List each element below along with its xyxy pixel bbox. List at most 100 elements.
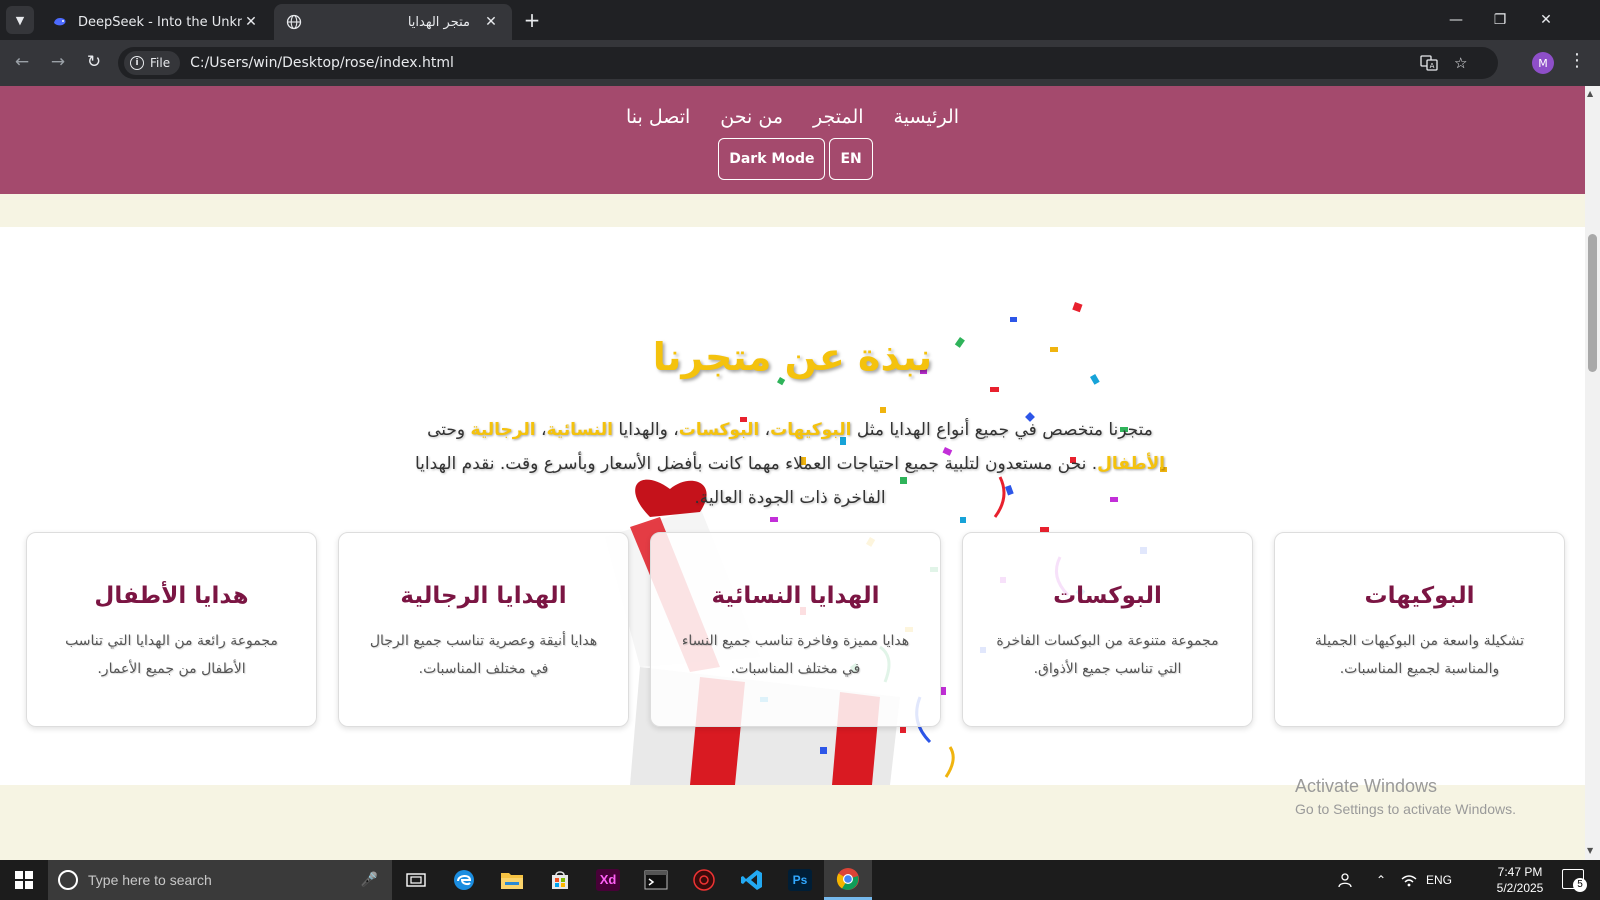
site-info-chip[interactable]: i File <box>124 51 181 75</box>
taskbar-search[interactable]: Type here to search 🎤 <box>48 860 392 900</box>
card-description: مجموعة متنوعة من البوكسات الفاخرة التي ت… <box>996 633 1219 677</box>
back-arrow-icon[interactable]: ← <box>10 52 34 72</box>
nav-link-about[interactable]: من نحن <box>720 106 783 128</box>
edge-icon[interactable] <box>440 860 488 900</box>
card-kids-gifts[interactable]: هدايا الأطفال مجموعة رائعة من الهدايا ال… <box>26 532 317 727</box>
tab-gift-store[interactable]: متجر الهدايا ✕ <box>274 4 512 40</box>
card-mens-gifts[interactable]: الهدايا الرجالية هدايا أنيقة وعصرية تناس… <box>338 532 629 727</box>
card-title: هدايا الأطفال <box>94 583 249 609</box>
highlight-boxes: البوكسات <box>678 420 760 440</box>
deepseek-whale-icon <box>54 18 66 26</box>
card-bouquets[interactable]: البوكيهات تشكيلة واسعة من البوكيهات الجم… <box>1274 532 1565 727</box>
davinci-icon[interactable] <box>680 860 728 900</box>
photoshop-icon[interactable]: Ps <box>776 860 824 900</box>
card-womens-gifts[interactable]: الهدايا النسائية هدايا مميزة وفاخرة تناس… <box>650 532 941 727</box>
card-title: الهدايا النسائية <box>711 583 880 609</box>
about-text-part: ، <box>759 420 771 440</box>
translate-icon[interactable]: A <box>1420 47 1438 79</box>
bookmark-star-icon[interactable]: ☆ <box>1454 47 1467 79</box>
card-title: البوكيهات <box>1364 583 1475 609</box>
tab-deepseek[interactable]: DeepSeek - Into the Unknown ✕ <box>40 4 272 40</box>
nav-link-store[interactable]: المتجر <box>813 106 864 128</box>
file-explorer-icon[interactable] <box>488 860 536 900</box>
cortana-icon <box>58 870 78 890</box>
windows-taskbar: Type here to search 🎤 Xd Ps ⌃ ENG 7:47 P… <box>0 860 1600 900</box>
page-viewport: الرئيسية المتجر من نحن اتصل بنا Dark Mod… <box>0 86 1585 860</box>
scroll-thumb[interactable] <box>1588 234 1597 372</box>
reload-icon[interactable]: ↻ <box>82 52 106 72</box>
card-description: هدايا مميزة وفاخرة تناسب جميع النساء في … <box>681 633 910 677</box>
nav-link-contact[interactable]: اتصل بنا <box>626 106 690 128</box>
microphone-icon[interactable]: 🎤 <box>361 872 378 888</box>
highlight-womens: النسائية <box>546 420 613 440</box>
address-bar[interactable]: i File C:/Users/win/Desktop/rose/index.h… <box>118 47 1498 79</box>
people-icon[interactable] <box>1338 860 1356 900</box>
scroll-down-arrow-icon[interactable]: ▼ <box>1587 846 1593 855</box>
close-icon[interactable]: ✕ <box>482 14 500 30</box>
card-title: الهدايا الرجالية <box>400 583 567 609</box>
site-nav: الرئيسية المتجر من نحن اتصل بنا <box>0 106 1585 128</box>
dark-mode-button[interactable]: Dark Mode <box>718 138 826 180</box>
ps-label: Ps <box>788 869 812 891</box>
about-text-part: ، <box>535 420 547 440</box>
about-text-part: ، والهدايا <box>612 420 679 440</box>
windows-logo-icon <box>15 871 33 889</box>
new-tab-button[interactable]: + <box>520 8 544 32</box>
about-title: نبذة عن متجرنا <box>652 335 933 379</box>
notification-count-badge: 5 <box>1573 878 1587 892</box>
info-icon: i <box>130 56 144 70</box>
vscode-icon[interactable] <box>728 860 776 900</box>
header-buttons: Dark Mode EN <box>0 138 1585 180</box>
about-section: نبذة عن متجرنا متجرنا متخصص في جميع أنوا… <box>0 227 1585 785</box>
watermark-title: Activate Windows <box>1295 776 1438 796</box>
forward-arrow-icon[interactable]: → <box>46 52 70 72</box>
browser-toolbar: ← → ↻ i File C:/Users/win/Desktop/rose/i… <box>0 40 1600 86</box>
input-language[interactable]: ENG <box>1426 860 1452 900</box>
tab-search-button[interactable]: ▼ <box>6 6 34 34</box>
adobe-xd-icon[interactable]: Xd <box>584 860 632 900</box>
xd-label: Xd <box>596 869 620 891</box>
chrome-icon[interactable] <box>824 860 872 900</box>
about-description: متجرنا متخصص في جميع أنواع الهدايا مثل ا… <box>405 413 1175 515</box>
card-description: هدايا أنيقة وعصرية تناسب جميع الرجال في … <box>369 633 598 677</box>
close-icon[interactable]: ✕ <box>242 14 260 30</box>
minimize-button[interactable]: — <box>1436 6 1476 34</box>
restore-button[interactable]: ❐ <box>1480 6 1520 34</box>
site-chip-label: File <box>150 56 171 70</box>
about-text-part: وحتى <box>427 420 471 440</box>
tab-title: DeepSeek - Into the Unknown <box>78 14 242 30</box>
about-text-part: . نحن مستعدون لتلبية جميع احتياجات العمل… <box>414 454 1098 508</box>
clock-date: 5/2/2025 <box>1496 881 1544 895</box>
highlight-mens: الرجالية <box>470 420 536 440</box>
terminal-icon[interactable] <box>632 860 680 900</box>
task-view-icon[interactable] <box>392 860 440 900</box>
globe-icon <box>286 14 302 30</box>
more-menu-icon[interactable]: ⋮ <box>1568 50 1586 71</box>
card-description: تشكيلة واسعة من البوكيهات الجميلة والمنا… <box>1314 633 1525 677</box>
page-scrollbar[interactable]: ▲ ▼ <box>1585 86 1600 860</box>
wifi-icon[interactable] <box>1400 860 1418 900</box>
clock-time: 7:47 PM <box>1497 865 1543 879</box>
profile-avatar[interactable]: M <box>1532 52 1554 74</box>
store-icon[interactable] <box>536 860 584 900</box>
card-boxes[interactable]: البوكسات مجموعة متنوعة من البوكسات الفاخ… <box>962 532 1253 727</box>
highlight-kids: الأطفال <box>1097 454 1165 474</box>
scroll-up-arrow-icon[interactable]: ▲ <box>1587 89 1593 98</box>
card-description: مجموعة رائعة من الهدايا التي تناسب الأطف… <box>65 633 278 677</box>
nav-link-home[interactable]: الرئيسية <box>894 106 959 128</box>
tab-title: متجر الهدايا <box>407 14 470 30</box>
url-text[interactable]: C:/Users/win/Desktop/rose/index.html <box>190 55 454 71</box>
category-cards: البوكيهات تشكيلة واسعة من البوكيهات الجم… <box>23 532 1565 727</box>
activate-windows-watermark: Activate Windows Go to Settings to activ… <box>1295 776 1516 817</box>
highlight-bouquets: البوكيهات <box>770 420 852 440</box>
site-header: الرئيسية المتجر من نحن اتصل بنا Dark Mod… <box>0 86 1585 194</box>
system-clock[interactable]: 7:47 PM 5/2/2025 <box>1480 864 1560 896</box>
language-button[interactable]: EN <box>829 138 873 180</box>
chevron-up-icon[interactable]: ⌃ <box>1376 860 1386 900</box>
search-placeholder: Type here to search <box>88 872 212 888</box>
about-text-part: متجرنا متخصص في جميع أنواع الهدايا مثل <box>851 420 1153 440</box>
windows-start-button[interactable] <box>0 860 48 900</box>
watermark-subtitle: Go to Settings to activate Windows. <box>1295 801 1516 817</box>
window-close-button[interactable]: ✕ <box>1526 6 1566 34</box>
svg-text:A: A <box>1430 62 1435 70</box>
